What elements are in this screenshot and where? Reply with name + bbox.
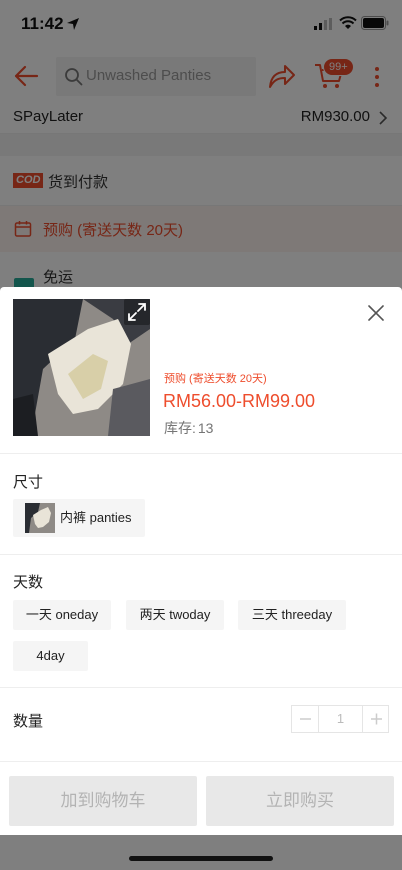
stock-label: 库存: (164, 420, 196, 436)
divider (0, 687, 402, 688)
expand-icon (128, 303, 146, 321)
quantity-decrease-button[interactable] (292, 706, 319, 732)
variation-bottom-sheet: 预购 (寄送天数 20天) RM56.00-RM99.00 库存: 13 尺寸 内… (0, 287, 402, 835)
size-option-label: 内裤 panties (60, 510, 132, 525)
buy-now-button[interactable]: 立即购买 (206, 776, 394, 826)
plus-icon (371, 713, 382, 725)
day-option-threeday[interactable]: 三天 threeday (238, 600, 346, 630)
close-icon[interactable] (364, 301, 388, 325)
minus-icon (300, 718, 311, 720)
quantity-label: 数量 (13, 713, 44, 730)
quantity-increase-button[interactable] (362, 706, 389, 732)
stock-info: 库存: 13 (164, 418, 213, 438)
day-option-4day[interactable]: 4day (13, 641, 88, 671)
preorder-label: 预购 (寄送天数 20天) (164, 373, 267, 385)
home-indicator (129, 856, 273, 861)
size-option-thumbnail (25, 503, 55, 533)
divider (0, 453, 402, 454)
quantity-stepper: 1 (291, 705, 389, 733)
day-option-oneday[interactable]: 一天 oneday (13, 600, 111, 630)
action-bar: 加到购物车 立即购买 (0, 761, 402, 835)
stock-value: 13 (197, 420, 214, 436)
divider (0, 554, 402, 555)
quantity-value[interactable]: 1 (319, 706, 362, 732)
size-section-label: 尺寸 (13, 474, 44, 491)
expand-image-button[interactable] (124, 299, 150, 325)
days-section-label: 天数 (13, 574, 44, 591)
add-to-cart-button[interactable]: 加到购物车 (9, 776, 197, 826)
size-option[interactable]: 内裤 panties (13, 499, 145, 537)
day-option-twoday[interactable]: 两天 twoday (126, 600, 224, 630)
price-range: RM56.00-RM99.00 (163, 391, 316, 411)
